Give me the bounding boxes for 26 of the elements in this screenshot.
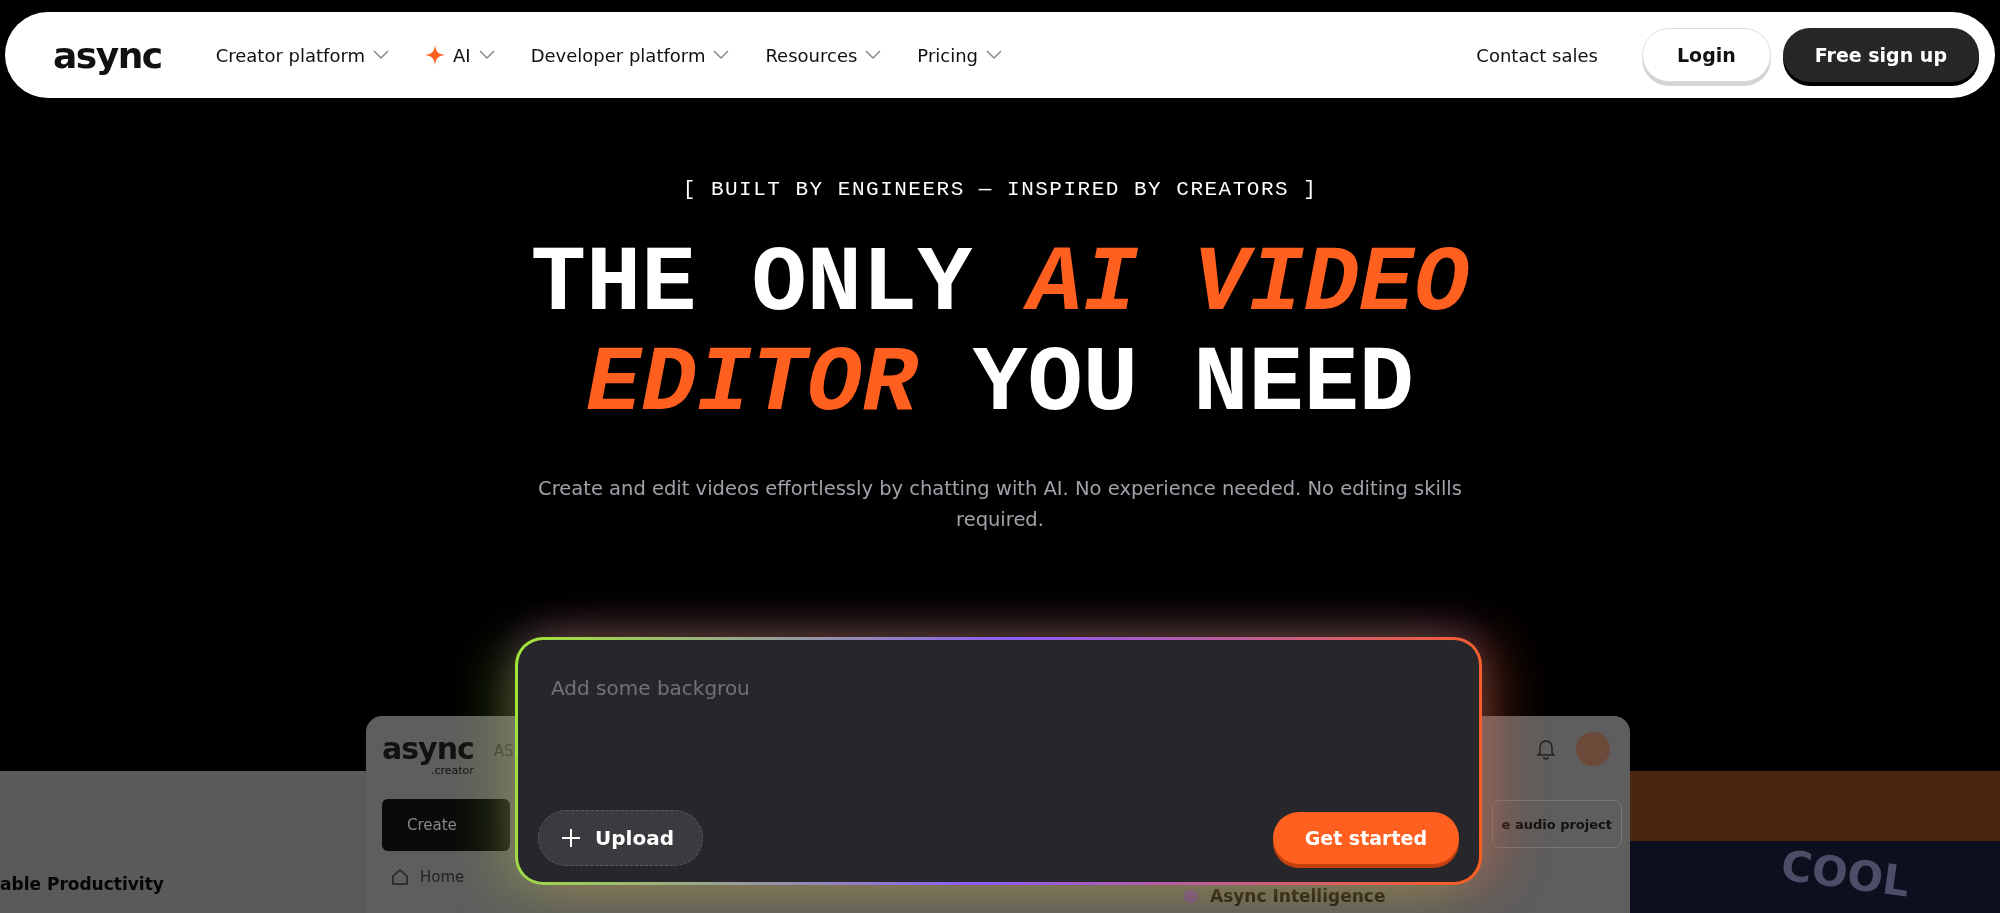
home-icon xyxy=(390,867,410,887)
tagline: [ BUILT BY ENGINEERS — INSPIRED BY CREATORS ] xyxy=(682,178,1318,201)
chevron-down-icon xyxy=(986,50,1003,60)
contact-sales-link[interactable]: Contact sales xyxy=(1476,44,1598,66)
cap-text: COOL xyxy=(1777,840,1913,907)
hero-headline: THE ONLY AI VIDEO EDITOR YOU NEED xyxy=(530,235,1470,435)
hero-subtitle: Create and edit videos effortlessly by chatting with AI. No experience needed. No editing skills required. xyxy=(537,476,1463,533)
app-logo: async xyxy=(382,734,474,764)
nav-menu-item[interactable]: Resources xyxy=(765,44,882,66)
section-title: Async Intelligence xyxy=(1210,886,1386,906)
section-heading: able Productivity xyxy=(0,874,164,894)
chevron-down-icon xyxy=(713,50,730,60)
nav-menu-item[interactable]: Developer platform xyxy=(530,44,730,66)
nav-menu-item[interactable]: Creator platform xyxy=(215,44,389,66)
logo[interactable]: async xyxy=(53,34,162,76)
nav-menu-item[interactable]: AI xyxy=(425,44,495,66)
chevron-down-icon xyxy=(373,50,389,60)
prompt-input-field[interactable]: Add some backgrou Upload Get started xyxy=(515,637,1482,885)
nav-menu-item[interactable]: Pricing xyxy=(917,44,1003,66)
plus-icon xyxy=(561,828,581,848)
create-button[interactable]: Create xyxy=(382,799,510,851)
app-logo-subtitle: .creator xyxy=(430,764,474,777)
bell-icon[interactable] xyxy=(1536,738,1556,760)
chevron-down-icon xyxy=(865,50,882,60)
upload-button[interactable]: Upload xyxy=(538,810,703,866)
chevron-down-icon xyxy=(478,50,495,60)
